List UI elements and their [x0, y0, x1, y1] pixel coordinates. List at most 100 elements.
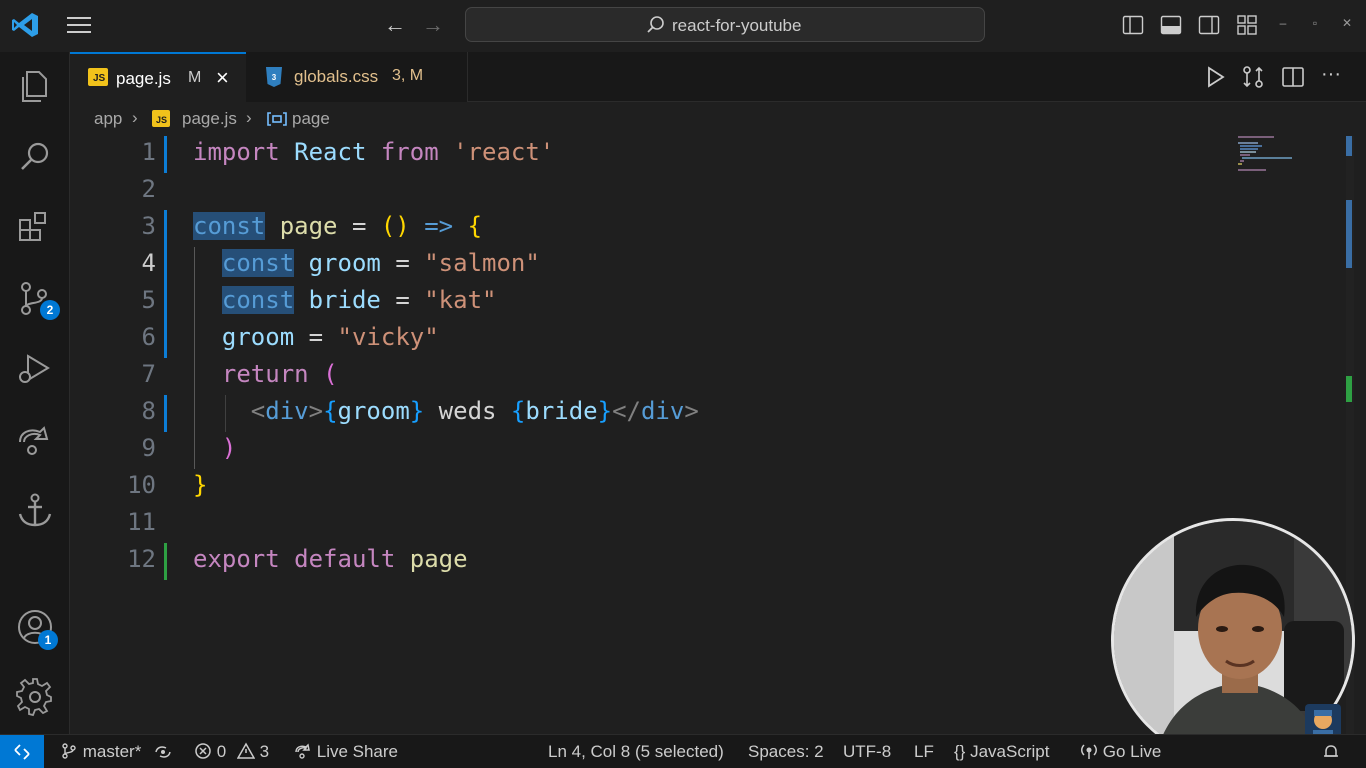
line-number: 5	[141, 286, 156, 314]
code-text: )	[221, 434, 237, 462]
editor-tab-bar: JS page.js M × 3 globals.css 3, M ···	[70, 52, 1366, 102]
indentation-status[interactable]: Spaces: 2	[748, 742, 824, 762]
branch-name: master*	[82, 742, 142, 761]
customize-layout-icon[interactable]	[1236, 14, 1258, 36]
code-text: groom = "vicky"	[221, 323, 439, 351]
braces-icon: {}	[954, 742, 966, 761]
problems-status[interactable]: 0 3	[194, 742, 269, 762]
cursor-position[interactable]: Ln 4, Col 8 (5 selected)	[548, 742, 724, 762]
vscode-logo-icon[interactable]	[10, 10, 40, 40]
remote-indicator-button[interactable]	[0, 735, 44, 768]
hamburger-menu-icon[interactable]	[66, 14, 92, 36]
code-text: const groom = "salmon"	[221, 249, 540, 277]
status-bar: master* 0 3 Live Share Ln 4, Col 8 (5 se…	[0, 734, 1366, 768]
broadcast-icon	[1081, 744, 1097, 759]
language-label: JavaScript	[970, 742, 1050, 761]
close-window-icon[interactable]: ✕	[1338, 14, 1356, 32]
remote-icon	[14, 744, 30, 760]
sync-icon[interactable]	[154, 743, 172, 761]
run-debug-button[interactable]	[14, 348, 56, 390]
js-file-icon: JS	[152, 110, 170, 127]
live-share-icon	[295, 743, 310, 759]
tab-problems-indicator: 3, M	[392, 67, 424, 84]
code-line: 9 )	[70, 432, 1240, 469]
extensions-button[interactable]	[14, 206, 56, 248]
code-text: export default page	[193, 545, 468, 573]
tab-label: globals.css	[294, 67, 379, 86]
toggle-primary-sidebar-icon[interactable]	[1122, 14, 1144, 36]
code-line: 5 const bride = "kat"	[70, 284, 1240, 321]
scroll-marker	[1346, 200, 1352, 268]
command-center-search[interactable]: react-for-youtube	[465, 7, 985, 42]
symbol-variable-icon	[267, 112, 287, 126]
manage-settings-button[interactable]	[14, 676, 56, 718]
tab-page-js[interactable]: JS page.js M ×	[70, 52, 246, 102]
code-text: <div>{groom} weds {bride}</div>	[250, 397, 699, 425]
breadcrumb-file[interactable]: page.js	[182, 109, 237, 129]
live-share-icon	[19, 426, 49, 455]
toggle-panel-icon[interactable]	[1160, 14, 1182, 36]
split-editor-icon[interactable]	[1280, 64, 1306, 90]
maximize-icon[interactable]: ▫	[1306, 14, 1324, 32]
warning-icon	[236, 742, 255, 759]
source-control-button[interactable]: 2	[14, 278, 60, 320]
tab-label: page.js	[116, 69, 171, 88]
files-icon	[22, 71, 47, 102]
go-live-label: Go Live	[1102, 742, 1162, 761]
breadcrumb-folder[interactable]: app	[94, 109, 122, 129]
toggle-secondary-sidebar-icon[interactable]	[1198, 14, 1220, 36]
line-number: 1	[141, 138, 156, 166]
code-text: const bride = "kat"	[221, 286, 497, 314]
search-icon	[647, 16, 664, 33]
line-number: 2	[141, 175, 156, 203]
line-number: 11	[127, 508, 156, 536]
settings-gear-icon	[16, 678, 52, 717]
language-mode[interactable]: {} JavaScript	[954, 742, 1049, 762]
run-icon[interactable]	[1202, 64, 1228, 90]
back-arrow-icon[interactable]: ←	[382, 12, 408, 38]
minimize-icon[interactable]: –	[1274, 14, 1292, 32]
close-tab-icon[interactable]: ×	[216, 65, 229, 91]
compare-changes-icon[interactable]	[1240, 64, 1266, 90]
line-number: 6	[141, 323, 156, 351]
code-line: 11	[70, 506, 1240, 543]
tab-modified-indicator: M	[188, 69, 202, 86]
svg-text:3: 3	[272, 73, 277, 82]
line-number: 3	[141, 212, 156, 240]
explorer-button[interactable]	[14, 66, 56, 108]
live-share-status[interactable]: Live Share	[294, 742, 398, 762]
code-line: 6 groom = "vicky"	[70, 321, 1240, 358]
go-live-button[interactable]: Go Live	[1080, 742, 1161, 762]
code-text: import React from 'react'	[193, 138, 555, 166]
branch-status[interactable]: master*	[60, 742, 141, 762]
minimap[interactable]	[1236, 136, 1306, 196]
breadcrumb-symbol[interactable]: page	[292, 109, 330, 129]
error-count: 0	[216, 742, 227, 761]
extensions-icon	[19, 212, 46, 241]
search-view-button[interactable]	[14, 136, 56, 178]
forward-arrow-icon[interactable]: →	[420, 12, 446, 38]
code-text: const page = () => {	[193, 212, 483, 240]
tab-globals-css[interactable]: 3 globals.css 3, M	[246, 52, 468, 102]
code-line: 4 const groom = "salmon"	[70, 247, 1240, 284]
warning-count: 3	[259, 742, 270, 761]
anchor-icon	[18, 493, 52, 527]
live-share-button[interactable]	[14, 420, 56, 462]
breadcrumb: app › JS page.js › page	[70, 102, 1366, 136]
anchor-button[interactable]	[14, 490, 56, 532]
accounts-button[interactable]: 1	[14, 606, 58, 650]
eol-status[interactable]: LF	[914, 742, 934, 762]
scroll-marker	[1346, 376, 1352, 402]
run-debug-icon	[19, 354, 50, 383]
code-line: 7 return (	[70, 358, 1240, 395]
live-share-label: Live Share	[316, 742, 399, 761]
line-number: 8	[141, 397, 156, 425]
notifications-bell-icon[interactable]	[1322, 743, 1340, 761]
encoding-status[interactable]: UTF-8	[843, 742, 891, 762]
code-line: 8 <div>{groom} weds {bride}</div>	[70, 395, 1240, 432]
chevron-right-icon: ›	[246, 108, 252, 127]
js-file-icon: JS	[88, 68, 108, 86]
more-actions-icon[interactable]: ···	[1318, 64, 1344, 90]
css-file-icon: 3	[266, 67, 282, 87]
code-line: 1 import React from 'react'	[70, 136, 1240, 173]
